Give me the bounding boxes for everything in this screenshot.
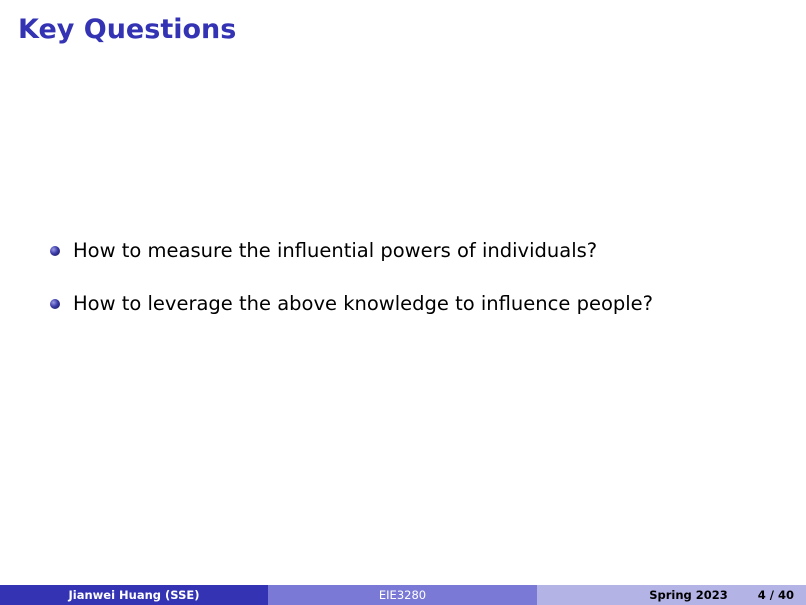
footer-author: Jianwei Huang (SSE) [0,585,268,605]
bullet-text: How to leverage the above knowledge to i… [73,291,654,315]
slide-footer: Jianwei Huang (SSE) EIE3280 Spring 2023 … [0,585,806,605]
footer-author-text: Jianwei Huang (SSE) [68,588,200,602]
bullet-ball-icon [50,246,60,256]
footer-course: EIE3280 [268,585,537,605]
footer-date: Spring 2023 [649,588,728,602]
bullet-item: How to measure the influential powers of… [50,236,653,264]
bullet-item: How to leverage the above knowledge to i… [50,289,653,317]
bullet-text: How to measure the influential powers of… [73,238,598,262]
bullet-ball-icon [50,299,60,309]
slide-title: Key Questions [18,14,237,45]
footer-course-text: EIE3280 [378,588,427,602]
footer-date-page: Spring 2023 4 / 40 [537,585,806,605]
footer-page-number: 4 / 40 [757,588,794,602]
bullet-list: How to measure the influential powers of… [50,236,653,342]
